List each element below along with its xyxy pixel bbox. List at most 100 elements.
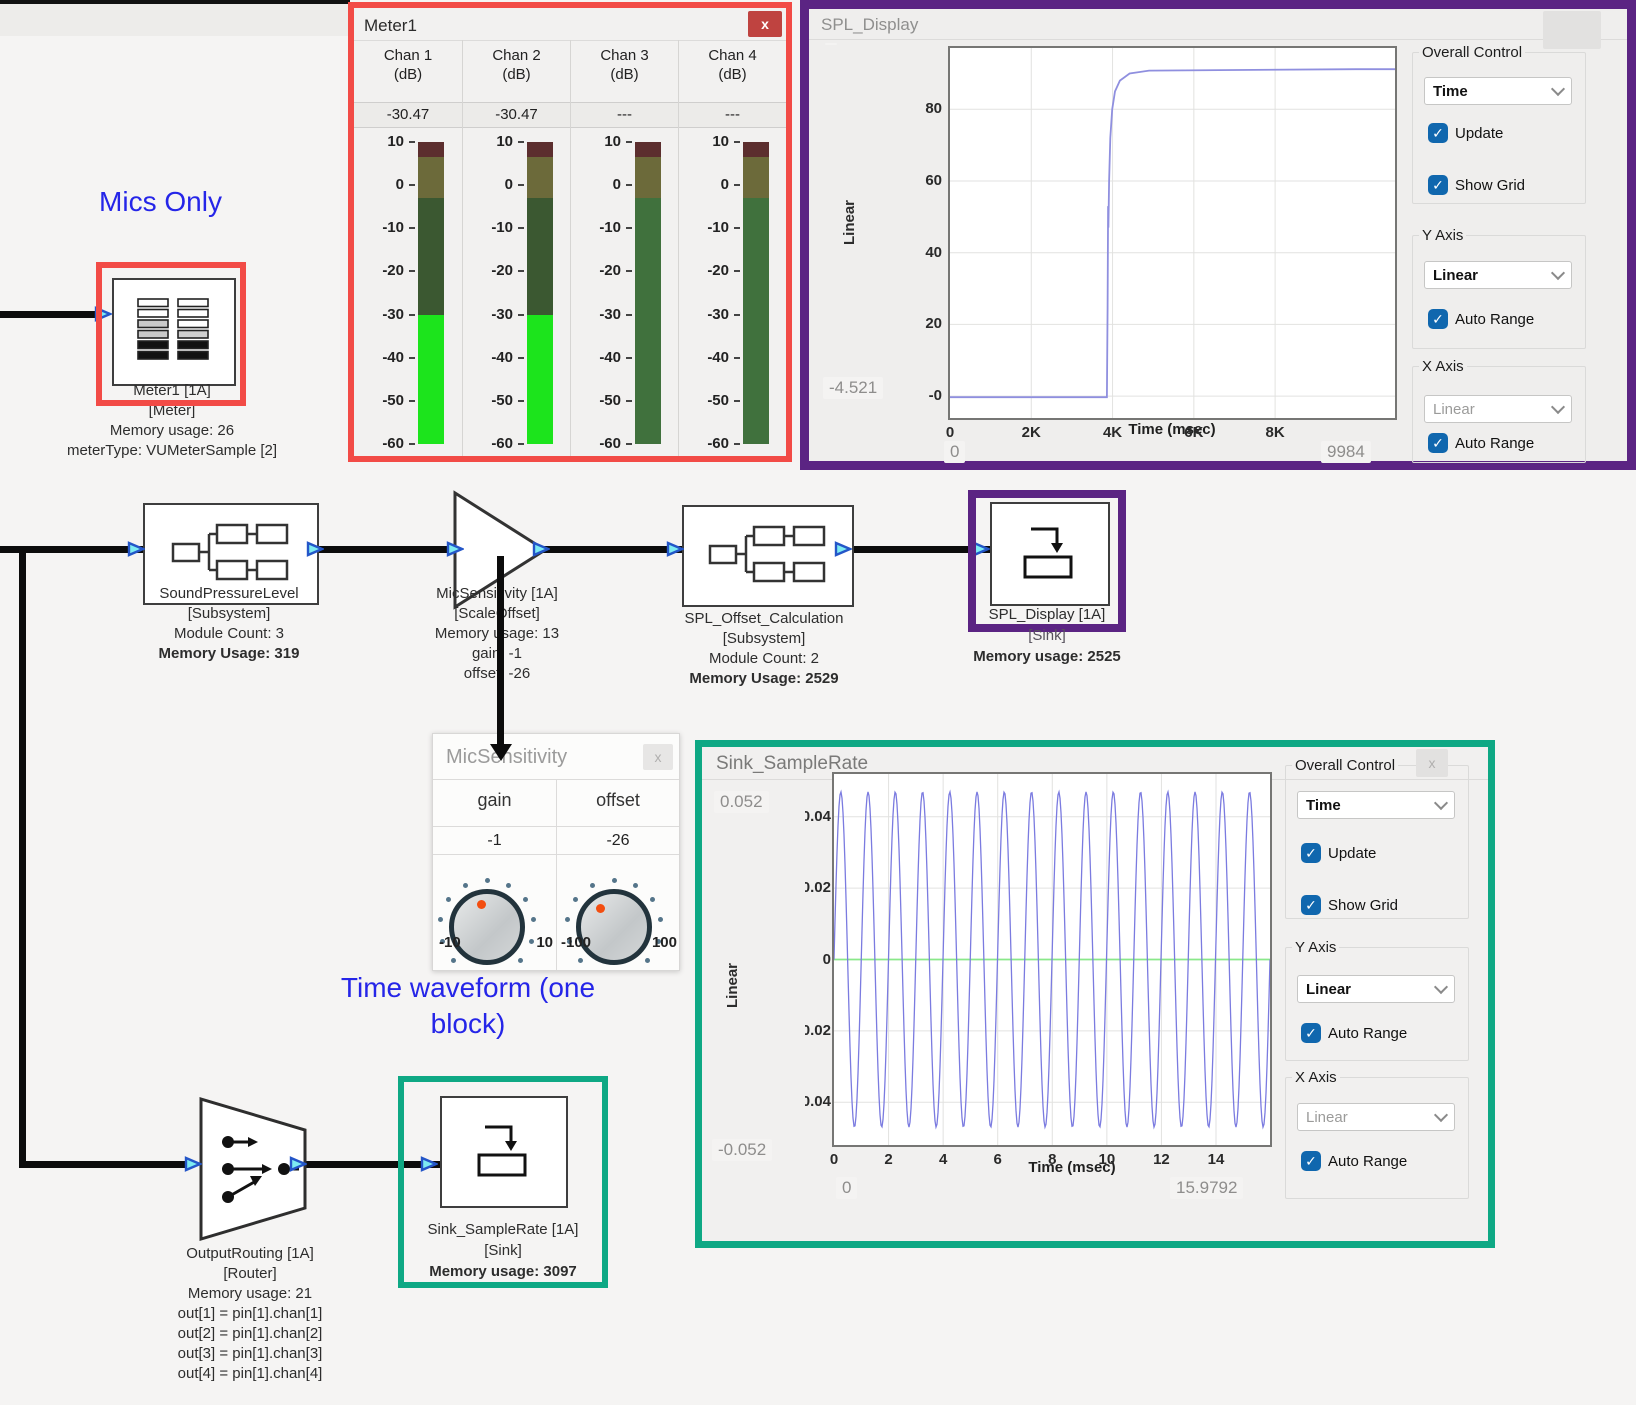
y-axis-label: Linear <box>841 200 858 245</box>
close-button[interactable]: x <box>643 744 673 770</box>
y-auto-range-checkbox[interactable]: ✓Auto Range <box>1428 309 1534 329</box>
meter-scale-label: -20 <box>679 262 729 279</box>
meter-scale-label: -20 <box>463 262 513 279</box>
block-spl-display[interactable] <box>990 502 1110 606</box>
gain-knob[interactable] <box>437 877 537 977</box>
checkbox-checked-icon[interactable]: ✓ <box>1428 123 1448 143</box>
meter-scale-label: 10 <box>679 133 729 150</box>
block-info: Memory usage: 2525 <box>963 647 1131 668</box>
gain-value: -1 <box>433 832 556 850</box>
checkbox-checked-icon[interactable]: ✓ <box>1301 843 1321 863</box>
meter-bar-segment <box>635 157 661 198</box>
meter-tick-mark <box>734 357 740 359</box>
block-meter1[interactable] <box>112 278 236 386</box>
subsystem-icon <box>706 518 830 595</box>
knob-tick-dot <box>573 897 578 902</box>
x-tick-label: 2K <box>1009 424 1053 442</box>
y-tick-label: -0.02 <box>805 1022 831 1040</box>
meter-bar-segment <box>743 157 769 198</box>
y-axis-group <box>1412 235 1586 349</box>
show-grid-checkbox[interactable]: ✓Show Grid <box>1428 175 1525 195</box>
spl-plot-area[interactable] <box>948 46 1397 420</box>
update-checkbox[interactable]: ✓Update <box>1428 123 1503 143</box>
chevron-down-icon <box>1434 796 1448 810</box>
y-tick-label: 40 <box>886 244 942 262</box>
y-axis-dropdown[interactable]: Linear <box>1297 975 1455 1003</box>
x-auto-range-checkbox[interactable]: ✓Auto Range <box>1301 1151 1407 1171</box>
update-checkbox[interactable]: ✓Update <box>1301 843 1376 863</box>
overall-control-dropdown[interactable]: Time <box>1424 77 1572 105</box>
meter-tick-mark <box>734 314 740 316</box>
offset-value: -26 <box>557 832 679 850</box>
y-tick-label: 0.02 <box>805 879 831 897</box>
meter1-window: Meter1 x Chan 1(dB)-30.47100-10-20-30-40… <box>348 2 792 462</box>
meter-channel-3: Chan 3(dB)---100-10-20-30-40-50-60 <box>570 40 678 456</box>
gain-min-label: -10 <box>439 934 483 951</box>
y-auto-range-checkbox[interactable]: ✓Auto Range <box>1301 1023 1407 1043</box>
checkbox-checked-icon[interactable]: ✓ <box>1428 309 1448 329</box>
knob-tick-dot <box>650 897 655 902</box>
x-axis-dropdown[interactable]: Linear <box>1424 395 1572 423</box>
x-auto-range-checkbox[interactable]: ✓Auto Range <box>1428 433 1534 453</box>
meter-tick-mark <box>518 227 524 229</box>
y-axis-label-group: Y Axis <box>1292 939 1339 956</box>
input-pin-icon <box>127 541 145 557</box>
offset-knob[interactable] <box>564 877 664 977</box>
block-name: SPL_Offset_Calculation <box>652 609 876 629</box>
knob-face[interactable] <box>576 889 652 965</box>
knob-face[interactable] <box>449 889 525 965</box>
input-pin-icon <box>972 541 990 557</box>
meter-bar-segment <box>527 198 553 314</box>
show-grid-checkbox[interactable]: ✓Show Grid <box>1301 895 1398 915</box>
close-button[interactable] <box>1543 11 1601 49</box>
close-button[interactable]: x <box>1416 749 1448 777</box>
meter-tick-mark <box>518 184 524 186</box>
x-start-readout: 0 <box>836 1177 857 1199</box>
checkbox-checked-icon[interactable]: ✓ <box>1428 175 1448 195</box>
wire-branch-vertical <box>19 546 26 1168</box>
plot-canvas <box>834 774 1270 1145</box>
input-pin-icon <box>184 1156 202 1172</box>
channel-name: Chan 1 <box>354 46 462 65</box>
checkbox-checked-icon[interactable]: ✓ <box>1428 433 1448 453</box>
block-label-sound-pressure-level: SoundPressureLevel [Subsystem] Module Co… <box>83 584 375 664</box>
y-axis-dropdown[interactable]: Linear <box>1424 261 1572 289</box>
y-min-readout: -0.052 <box>712 1139 772 1161</box>
sink-plot-area[interactable] <box>832 772 1272 1147</box>
block-sink-samplerate[interactable] <box>440 1096 568 1208</box>
knob-tick-dot <box>451 958 456 963</box>
meter-scale-label: -40 <box>354 349 404 366</box>
knob-tick-dot <box>463 883 468 888</box>
checkbox-checked-icon[interactable]: ✓ <box>1301 1023 1321 1043</box>
block-name: SoundPressureLevel <box>83 584 375 604</box>
meter-scale-label: -60 <box>354 435 404 452</box>
output-pin-icon <box>306 541 324 557</box>
meter-tick-mark <box>409 400 415 402</box>
block-label-sink-samplerate: Sink_SampleRate [1A] [Sink] Memory usage… <box>388 1220 618 1283</box>
block-info: out[3] = pin[1].chan[3] <box>130 1344 370 1364</box>
meter-tick-mark <box>626 443 632 445</box>
dropdown-value: Linear <box>1433 267 1478 284</box>
close-button[interactable]: x <box>748 11 782 37</box>
meter-scale-label: -30 <box>679 306 729 323</box>
overall-control-dropdown[interactable]: Time <box>1297 791 1455 819</box>
meter-tick-mark <box>626 184 632 186</box>
titlebar-separator <box>809 39 1627 40</box>
separator <box>433 854 679 855</box>
meter-scale-label: -10 <box>679 219 729 236</box>
x-tick-label: 6 <box>976 1151 1020 1169</box>
dropdown-value: Linear <box>1306 981 1351 998</box>
meter-tick-mark <box>626 270 632 272</box>
checkbox-checked-icon[interactable]: ✓ <box>1301 895 1321 915</box>
knob-tick-dot <box>523 897 528 902</box>
meter-tick-mark <box>734 270 740 272</box>
knob-indicator <box>596 904 605 913</box>
x-axis-dropdown[interactable]: Linear <box>1297 1103 1455 1131</box>
meter-tick-mark <box>518 443 524 445</box>
block-info: meterType: VUMeterSample [2] <box>36 441 308 461</box>
checkbox-checked-icon[interactable]: ✓ <box>1301 1151 1321 1171</box>
block-spl-offset-calculation[interactable] <box>682 505 854 607</box>
knob-tick-dot <box>565 917 570 922</box>
vu-meter-icon <box>132 297 216 368</box>
x-start-readout: 0 <box>944 441 965 463</box>
